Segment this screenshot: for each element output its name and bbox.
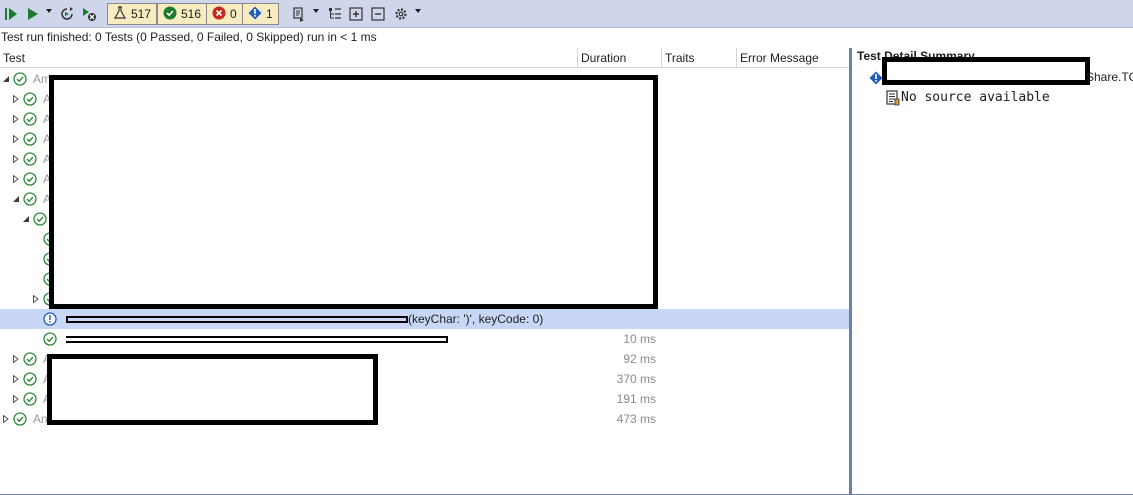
passed-icon: [23, 132, 37, 146]
test-duration: 370 ms: [616, 372, 656, 386]
tree-row-selected[interactable]: (keyChar: ')', keyCode: 0): [0, 309, 849, 329]
passed-icon: [13, 412, 27, 426]
column-header-error-message[interactable]: Error Message: [737, 48, 849, 68]
failed-icon: [212, 6, 226, 23]
collapsed-arrow-icon[interactable]: [33, 295, 39, 303]
test-explorer-toolbar: 517 516 0 1: [0, 0, 1133, 28]
passed-icon: [163, 6, 177, 23]
total-tests-count: 517: [131, 7, 152, 21]
passed-icon: [23, 392, 37, 406]
settings-dropdown-caret[interactable]: [415, 9, 421, 13]
column-header-traits[interactable]: Traits: [662, 48, 736, 68]
redacted-text: [66, 341, 448, 343]
test-duration: 92 ms: [623, 352, 656, 366]
flask-icon: [113, 5, 127, 23]
collapsed-arrow-icon[interactable]: [13, 175, 19, 183]
repeat-last-run-button[interactable]: [58, 4, 76, 24]
redacted-block: [47, 354, 378, 425]
info-tests-filter[interactable]: 1: [242, 3, 279, 25]
run-button[interactable]: [24, 4, 42, 24]
run-all-tests-button[interactable]: [2, 4, 20, 24]
redacted-text: [66, 336, 448, 338]
collapsed-arrow-icon[interactable]: [13, 135, 19, 143]
document-icon: [886, 90, 900, 106]
passed-icon: [23, 192, 37, 206]
settings-button[interactable]: [392, 4, 410, 24]
passed-icon: [33, 212, 47, 226]
collapse-all-button[interactable]: [369, 4, 387, 24]
expand-all-icon: [348, 6, 364, 22]
test-name: An: [33, 412, 48, 426]
cancel-run-button[interactable]: [80, 4, 98, 24]
playlist-icon: [291, 6, 307, 22]
info-icon: [43, 312, 57, 326]
passed-icon: [23, 152, 37, 166]
redacted-block: [882, 57, 1090, 85]
test-duration: 191 ms: [616, 392, 656, 406]
repeat-run-icon: [59, 6, 75, 22]
collapsed-arrow-icon[interactable]: [13, 395, 19, 403]
test-duration: 10 ms: [623, 332, 656, 346]
passed-tests-count: 516: [181, 7, 202, 21]
cancel-run-icon: [81, 6, 97, 22]
passed-icon: [23, 172, 37, 186]
expanded-arrow-icon[interactable]: [3, 76, 9, 82]
run-all-icon: [3, 6, 19, 22]
collapsed-arrow-icon[interactable]: [13, 115, 19, 123]
passed-icon: [23, 372, 37, 386]
redacted-text: [66, 316, 408, 318]
collapsed-arrow-icon[interactable]: [13, 375, 19, 383]
tree-row[interactable]: 10 ms: [0, 329, 849, 349]
playlist-button[interactable]: [290, 4, 308, 24]
collapsed-arrow-icon[interactable]: [3, 415, 9, 423]
redacted-block: [49, 75, 658, 309]
passed-icon: [23, 112, 37, 126]
info-tests-count: 1: [266, 7, 273, 21]
failed-tests-count: 0: [230, 7, 237, 21]
passed-tests-filter[interactable]: 516: [157, 3, 208, 25]
collapsed-arrow-icon[interactable]: [13, 95, 19, 103]
expand-all-button[interactable]: [347, 4, 365, 24]
detail-test-name-tail: Share.TC: [1086, 70, 1133, 84]
group-by-button[interactable]: [326, 4, 344, 24]
test-detail-summary-panel: Test Detail Summary Share.TC No source a…: [852, 48, 1133, 495]
failed-tests-filter[interactable]: 0: [206, 3, 243, 25]
redacted-text: [66, 321, 408, 323]
no-source-message: No source available: [901, 90, 1050, 105]
test-tree: Am A A A A A A (keyChar: ')', keyCode: 0…: [0, 69, 849, 495]
info-icon: [869, 71, 883, 85]
collapse-all-icon: [370, 6, 386, 22]
collapsed-arrow-icon[interactable]: [13, 355, 19, 363]
passed-icon: [23, 352, 37, 366]
passed-icon: [13, 72, 27, 86]
passed-icon: [23, 92, 37, 106]
collapsed-arrow-icon[interactable]: [13, 155, 19, 163]
test-duration: 473 ms: [616, 412, 656, 426]
passed-icon: [43, 332, 57, 346]
expanded-arrow-icon[interactable]: [13, 196, 19, 202]
hierarchy-icon: [327, 6, 343, 22]
total-tests-filter[interactable]: 517: [107, 3, 158, 25]
redacted-text: [446, 336, 448, 343]
info-icon: [248, 6, 262, 23]
run-icon: [25, 6, 41, 22]
test-grid-header: Test Duration Traits Error Message: [0, 48, 849, 68]
test-name-suffix: (keyChar: ')', keyCode: 0): [408, 312, 544, 326]
expanded-arrow-icon[interactable]: [23, 216, 29, 222]
gear-icon: [393, 6, 409, 22]
playlist-dropdown-caret[interactable]: [313, 9, 319, 13]
column-header-duration[interactable]: Duration: [578, 48, 661, 68]
redacted-text: [66, 316, 68, 323]
run-status-text: Test run finished: 0 Tests (0 Passed, 0 …: [1, 30, 377, 44]
run-dropdown-caret[interactable]: [46, 9, 52, 13]
column-header-test[interactable]: Test: [0, 48, 578, 68]
